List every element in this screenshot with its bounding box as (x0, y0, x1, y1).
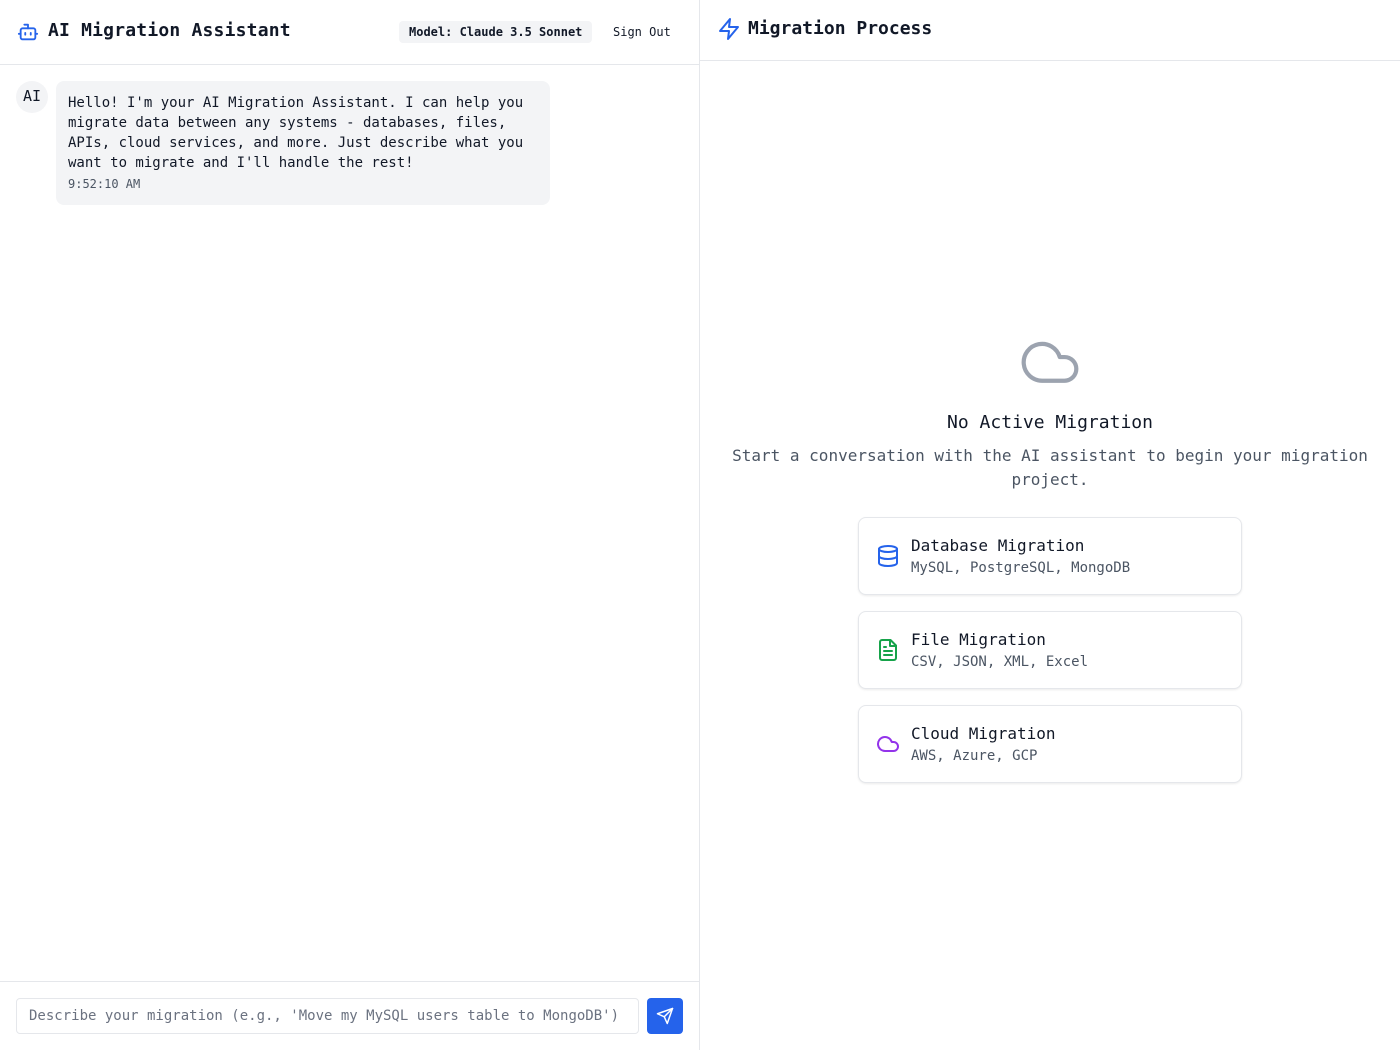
option-subtitle: MySQL, PostgreSQL, MongoDB (911, 560, 1131, 576)
migration-process-panel: Migration Process No Active Migration St… (700, 0, 1400, 1050)
empty-state-title: No Active Migration (947, 412, 1153, 433)
lightning-bolt-icon (719, 18, 739, 40)
database-icon (878, 545, 898, 567)
option-title: Cloud Migration (911, 724, 1056, 743)
file-migration-card[interactable]: File Migration CSV, JSON, XML, Excel (858, 611, 1242, 689)
database-migration-card[interactable]: Database Migration MySQL, PostgreSQL, Mo… (858, 517, 1242, 595)
cloud-icon (877, 736, 899, 752)
empty-state-description: Start a conversation with the AI assista… (732, 446, 1368, 489)
chat-panel: AI Migration Assistant Model: Claude 3.5… (0, 0, 700, 1050)
sign-out-button[interactable]: Sign Out (604, 20, 680, 44)
assistant-message: Hello! I'm your AI Migration Assistant. … (56, 81, 550, 205)
option-title: Database Migration (911, 536, 1085, 555)
send-button[interactable] (647, 998, 683, 1034)
cloud-icon (1021, 341, 1079, 383)
send-icon (656, 1007, 674, 1025)
message-text: Hello! I'm your AI Migration Assistant. … (68, 95, 524, 171)
option-title: File Migration (911, 630, 1046, 649)
process-title: Migration Process (748, 18, 933, 39)
option-subtitle: CSV, JSON, XML, Excel (911, 654, 1089, 670)
message-timestamp: 9:52:10 AM (68, 177, 141, 191)
bot-icon (17, 23, 39, 41)
migration-input[interactable] (16, 998, 639, 1034)
option-subtitle: AWS, Azure, GCP (911, 748, 1038, 764)
ai-avatar: AI (16, 81, 48, 113)
chat-header: AI Migration Assistant Model: Claude 3.5… (0, 0, 699, 65)
app-title: AI Migration Assistant (48, 20, 291, 41)
composer (0, 981, 699, 1050)
process-header: Migration Process (700, 0, 1400, 61)
file-text-icon (879, 639, 897, 661)
model-badge: Model: Claude 3.5 Sonnet (399, 21, 593, 43)
cloud-migration-card[interactable]: Cloud Migration AWS, Azure, GCP (858, 705, 1242, 783)
